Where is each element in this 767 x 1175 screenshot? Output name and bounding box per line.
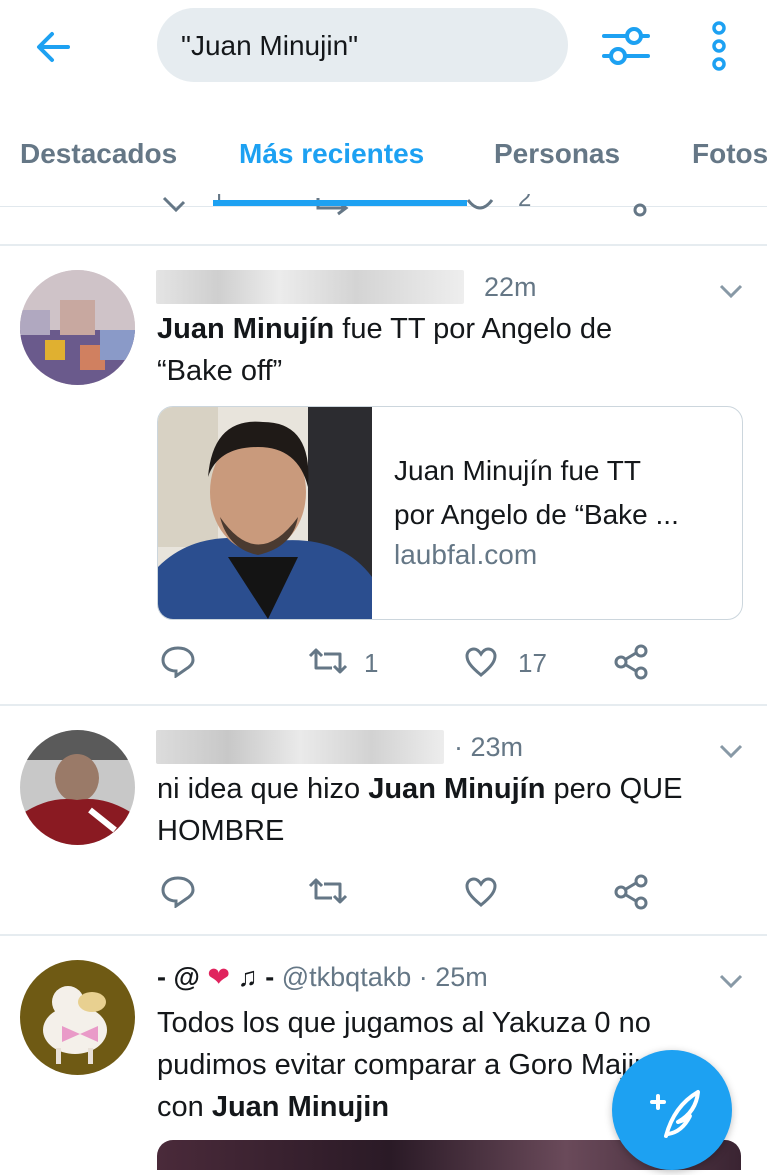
like-heart-icon[interactable] xyxy=(464,646,498,678)
chevron-down-icon[interactable] xyxy=(718,742,744,760)
heart-emoji-icon: ❤ xyxy=(207,962,230,992)
share-icon[interactable] xyxy=(612,874,650,910)
tweet-2[interactable]: · 23m ni idea que hizo Juan Minujín pero… xyxy=(0,706,767,934)
search-input[interactable]: "Juan Minujin" xyxy=(157,8,568,82)
compose-feather-icon xyxy=(650,1090,700,1138)
reply-icon[interactable] xyxy=(160,874,196,909)
tweet-time: · 23m xyxy=(454,732,524,762)
tweet-text-line2: “Bake off” xyxy=(157,355,283,387)
like-heart-icon[interactable] xyxy=(464,876,498,908)
back-arrow-icon[interactable] xyxy=(28,22,78,72)
retweet-icon[interactable] xyxy=(306,876,350,906)
active-tab-indicator xyxy=(213,200,467,206)
chevron-down-icon[interactable] xyxy=(718,972,744,990)
retweet-count: 1 xyxy=(364,648,379,678)
author-name-pre: - @ xyxy=(157,962,200,992)
tweet-time: · 25m xyxy=(418,962,488,992)
retweet-icon[interactable] xyxy=(306,646,350,676)
more-options-icon[interactable] xyxy=(705,20,733,72)
avatar[interactable] xyxy=(20,730,135,845)
tweet-text-bold: Juan Minujín xyxy=(157,313,335,345)
link-card-domain: laubfal.com xyxy=(394,539,538,570)
tweet-text-bold: Juan Minujín xyxy=(368,773,546,805)
tweet-text-line3-bold: Juan Minujin xyxy=(211,1091,390,1123)
author-name-blurred[interactable] xyxy=(156,730,444,764)
tab-fotos[interactable]: Fotos xyxy=(692,138,767,170)
tab-mas-recientes[interactable]: Más recientes xyxy=(239,138,424,170)
compose-tweet-button[interactable] xyxy=(612,1050,732,1170)
link-card[interactable]: Juan Minujín fue TT por Angelo de “Bake … xyxy=(157,406,743,620)
tweet-text-line3-pre: con xyxy=(157,1091,212,1123)
top-bar: "Juan Minujin" xyxy=(0,0,767,92)
tweet-time: 22m xyxy=(484,272,537,302)
tweet-text-post: pero QUE xyxy=(545,773,683,805)
tweet-text-pre: ni idea que hizo xyxy=(157,773,369,805)
filter-settings-icon[interactable] xyxy=(598,20,654,72)
previous-tweet-actions: 1 2 xyxy=(150,194,670,220)
tweet-text-rest: fue TT por Angelo de xyxy=(334,313,613,345)
tweet-text-line2: HOMBRE xyxy=(157,815,285,847)
author-line[interactable]: - @ ❤ ♫ - @tkbqtakb · 25m xyxy=(157,962,488,993)
link-card-image xyxy=(158,407,372,619)
search-query: "Juan Minujin" xyxy=(181,30,359,61)
chevron-down-icon[interactable] xyxy=(718,282,744,300)
avatar[interactable] xyxy=(20,960,135,1075)
tab-personas[interactable]: Personas xyxy=(494,138,620,170)
author-handle: @tkbqtakb xyxy=(281,962,412,992)
avatar[interactable] xyxy=(20,270,135,385)
share-icon[interactable] xyxy=(612,644,650,680)
link-card-title-line1: Juan Minujín fue TT xyxy=(394,455,641,486)
author-name-blurred[interactable] xyxy=(156,270,464,304)
link-card-title: Juan Minujín fue TT por Angelo de “Bake … xyxy=(394,449,679,537)
previous-like-count: 2 xyxy=(518,194,531,212)
tweet-text-line1: Todos los que jugamos al Yakuza 0 no xyxy=(157,1007,651,1039)
like-count: 17 xyxy=(518,648,547,678)
tweet-text: ni idea que hizo Juan Minujín pero QUE H… xyxy=(157,768,747,852)
link-card-title-line2: por Angelo de “Bake ... xyxy=(394,499,679,530)
tab-destacados[interactable]: Destacados xyxy=(20,138,177,170)
author-name-post: ♫ - xyxy=(237,962,275,992)
tweet-1[interactable]: 22m Juan Minujín fue TT por Angelo de “B… xyxy=(0,246,767,704)
tweet-text: Juan Minujín fue TT por Angelo de “Bake … xyxy=(157,308,747,392)
reply-icon[interactable] xyxy=(160,644,196,679)
